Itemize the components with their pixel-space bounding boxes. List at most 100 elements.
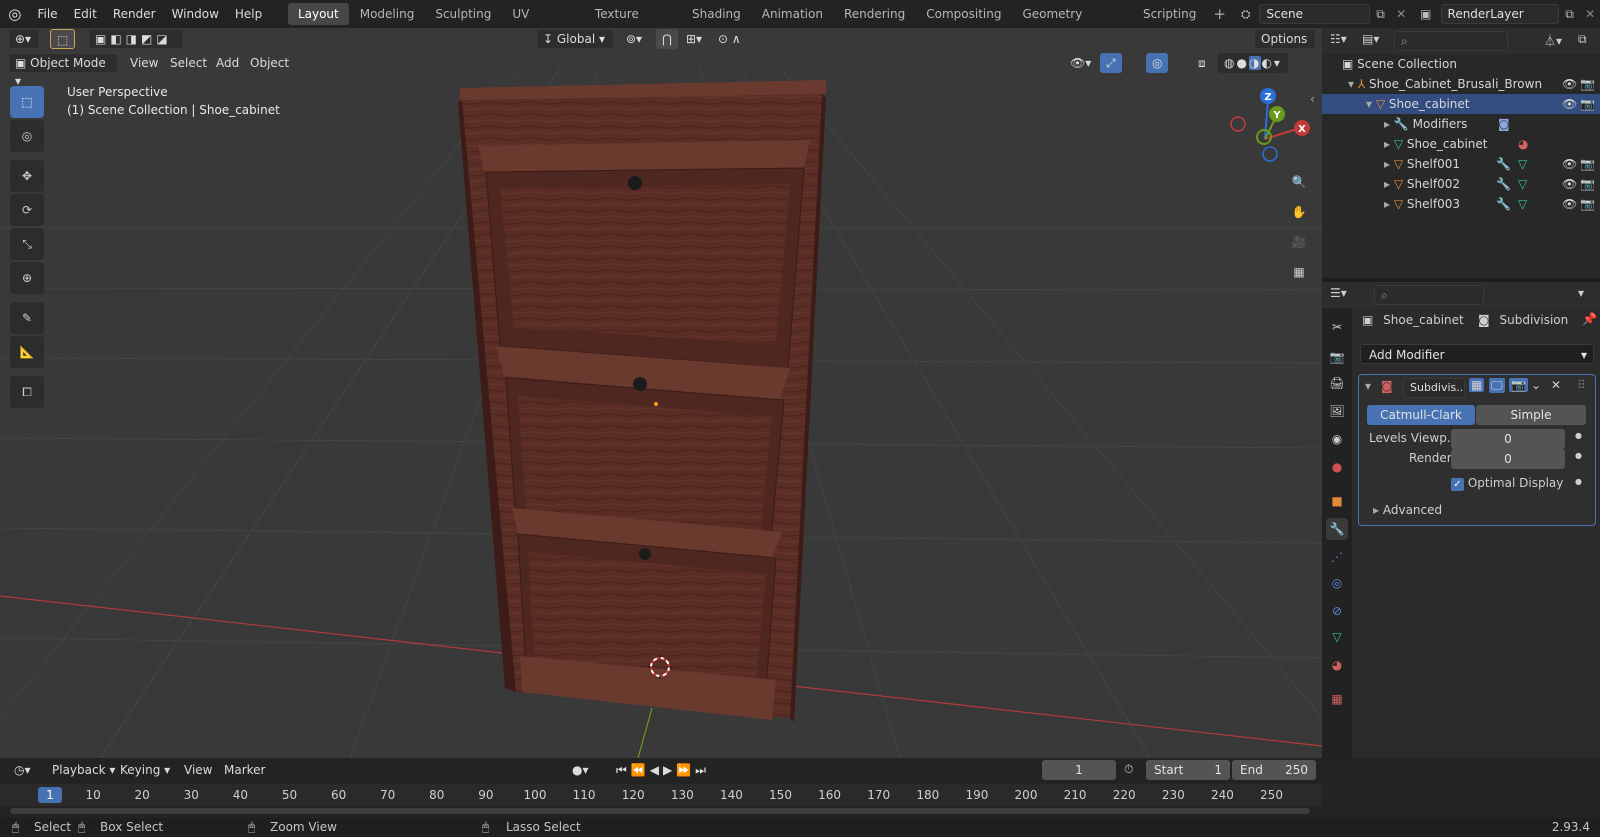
outliner-row-scene-collection[interactable]: ▣ Scene Collection — [1322, 54, 1600, 74]
expand-arrow-icon[interactable]: ▸ — [1384, 197, 1390, 211]
outliner-row-mesh-data[interactable]: ▸ ▽ Shoe_cabinet ◕ — [1322, 134, 1600, 154]
particles-tab-icon[interactable]: ⋰ — [1326, 546, 1348, 568]
playback-controls[interactable]: ⏮⏪◀▶⏩⏭ — [610, 760, 716, 780]
outliner-row-shoe-cabinet[interactable]: ▾ ▽ Shoe_cabinet 👁 📷 — [1322, 94, 1600, 114]
zoom-icon[interactable]: 🔍 — [1285, 168, 1313, 196]
keyframe-dot-icon[interactable]: ● — [1575, 431, 1582, 440]
remove-modifier-icon[interactable]: ✕ — [1551, 378, 1561, 392]
object-tab-icon[interactable]: ■ — [1326, 490, 1348, 512]
expand-arrow-icon[interactable]: ▸ — [1384, 117, 1390, 131]
view-layer-tab-icon[interactable]: 🖼 — [1326, 400, 1348, 422]
render-toggle-icon[interactable]: 📷 — [1509, 378, 1528, 392]
new-scene-icon[interactable]: ⧉ — [1370, 7, 1392, 22]
preview-range-icon[interactable]: ⏱ — [1124, 762, 1133, 777]
tool-tab-icon[interactable]: ✂ — [1326, 316, 1348, 338]
tab-layout[interactable]: Layout — [287, 3, 349, 25]
menu-help[interactable]: Help — [227, 0, 270, 28]
current-frame-field[interactable]: 1 — [1042, 760, 1116, 780]
optimal-display-checkbox[interactable]: ✓ Optimal Display — [1451, 475, 1563, 491]
menu-select[interactable]: Select — [164, 53, 213, 73]
camera-render-icon[interactable]: 📷 — [1580, 194, 1595, 214]
options-dropdown[interactable]: Options ▾ — [1254, 29, 1316, 64]
display-mode-icon[interactable]: ▤▾ — [1362, 32, 1379, 46]
filter-icon[interactable]: ⏃▾ — [1544, 32, 1562, 49]
start-frame-field[interactable]: Start 1 — [1146, 760, 1230, 780]
pin-icon[interactable]: 📌 — [1582, 312, 1597, 326]
menu-file[interactable]: File — [29, 0, 65, 28]
output-tab-icon[interactable]: 🖨 — [1326, 372, 1348, 394]
menu-render[interactable]: Render — [105, 0, 164, 28]
mesh-data-icon[interactable]: ▽ — [1518, 154, 1527, 174]
viewport-toggle-icon[interactable]: 🖵 — [1489, 378, 1505, 393]
delete-scene-icon[interactable]: ✕ — [1391, 7, 1411, 21]
pan-hand-icon[interactable]: ✋ — [1285, 198, 1313, 226]
snap-target-icon[interactable]: ⊞▾ — [680, 29, 708, 49]
physics-tab-icon[interactable]: ◎ — [1326, 572, 1348, 594]
modifier-menu-icon[interactable]: ⌄ — [1531, 378, 1541, 392]
drag-handle-icon[interactable]: ⠿ — [1577, 378, 1586, 392]
outliner-row-armature[interactable]: ▾ ⅄ Shoe_Cabinet_Brusali_Brown 👁 📷 — [1322, 74, 1600, 94]
render-tab-icon[interactable]: 📷 — [1326, 346, 1348, 368]
timeline-editor-icon[interactable]: ◷▾ — [8, 760, 37, 780]
menu-view[interactable]: View — [124, 53, 164, 73]
delete-view-layer-icon[interactable]: ✕ — [1580, 7, 1600, 21]
tool-measure[interactable]: 📐 — [10, 336, 44, 368]
overlay-toggle-icon[interactable]: ◎ — [1146, 53, 1169, 73]
select-mode-icon[interactable]: ⬚ — [50, 29, 76, 49]
keyframe-dot-icon[interactable]: ● — [1575, 451, 1582, 460]
tool-annotate[interactable]: ✎ — [10, 302, 44, 334]
selection-mode-buttons[interactable]: ▣◧◨◩◪ — [88, 29, 184, 49]
collapse-arrow-icon[interactable]: ▾ — [1365, 379, 1371, 393]
outliner-editor-icon[interactable]: ☷▾ — [1330, 32, 1347, 46]
tool-transform[interactable]: ⊕ — [10, 262, 44, 294]
tab-shading[interactable]: Shading — [682, 3, 751, 25]
tool-scale[interactable]: ⤡ — [10, 228, 44, 260]
expand-arrow-icon[interactable]: ▸ — [1384, 137, 1390, 151]
camera-render-icon[interactable]: 📷 — [1580, 174, 1595, 194]
expand-arrow-icon[interactable]: ▾ — [1348, 77, 1354, 91]
mesh-data-icon[interactable]: ▽ — [1518, 194, 1527, 214]
camera-render-icon[interactable]: 📷 — [1580, 74, 1595, 94]
eye-icon[interactable]: 👁 — [1562, 174, 1577, 194]
properties-options-icon[interactable]: ▾ — [1578, 286, 1584, 300]
3d-viewport[interactable]: Z Y X ⊕▾ ⬚ ▣◧◨◩◪ ↧ Global ▾ ⊚▾ ⋂ ⊞▾ ⊙ ∧ … — [0, 28, 1322, 758]
subdivision-modifier-icon[interactable]: ◙ — [1498, 114, 1510, 134]
tab-rendering[interactable]: Rendering — [834, 3, 915, 25]
tool-move[interactable]: ✥ — [10, 160, 44, 192]
menu-edit[interactable]: Edit — [66, 0, 105, 28]
properties-search-input[interactable]: ⌕ — [1374, 285, 1484, 305]
tool-cursor[interactable]: ◎ — [10, 120, 44, 152]
camera-render-icon[interactable]: 📷 — [1580, 154, 1595, 174]
navigation-gizmo[interactable]: Z Y X — [1230, 88, 1310, 162]
scene-icon[interactable]: ⛭ — [1232, 7, 1260, 22]
tool-add-cube[interactable]: ⧠ — [10, 376, 44, 408]
menu-keying[interactable]: Keying ▾ — [114, 760, 176, 780]
wrench-icon[interactable]: 🔧 — [1496, 174, 1511, 194]
menu-timeline-view[interactable]: View — [178, 760, 218, 780]
scene-tab-icon[interactable]: ◉ — [1326, 428, 1348, 450]
shoe-cabinet-model[interactable] — [458, 80, 826, 722]
menu-object[interactable]: Object — [244, 53, 295, 73]
snap-icon[interactable]: ⋂ — [656, 29, 678, 49]
menu-add[interactable]: Add — [210, 53, 245, 73]
world-tab-icon[interactable]: ● — [1326, 456, 1348, 478]
tab-uv-editing[interactable]: UV Editing — [502, 3, 584, 43]
shading-modes-icon[interactable]: ◍●◑◐▾ — [1218, 53, 1288, 73]
visibility-icon[interactable]: 👁▾ — [1064, 53, 1097, 73]
keyframe-dot-icon[interactable]: ● — [1575, 477, 1582, 486]
eye-icon[interactable]: 👁 — [1562, 154, 1577, 174]
camera-render-icon[interactable]: 📷 — [1580, 94, 1595, 114]
outliner-row-modifiers[interactable]: ▸ 🔧 Modifiers ◙ — [1322, 114, 1600, 134]
catmull-clark-button[interactable]: Catmull-Clark — [1367, 405, 1475, 425]
add-workspace-icon[interactable]: + — [1207, 5, 1232, 23]
properties-editor-icon[interactable]: ☰▾ — [1330, 286, 1347, 300]
levels-viewport-field[interactable]: 0 — [1451, 429, 1565, 449]
menu-marker[interactable]: Marker — [218, 760, 271, 780]
eye-icon[interactable]: 👁 — [1562, 74, 1577, 94]
eye-icon[interactable]: 👁 — [1562, 194, 1577, 214]
tab-geometry-nodes[interactable]: Geometry Nodes — [1012, 3, 1132, 43]
xray-icon[interactable]: ⧈ — [1192, 53, 1212, 73]
editor-type-button[interactable]: ⊕▾ — [8, 29, 40, 49]
tab-scripting[interactable]: Scripting — [1133, 3, 1206, 25]
texture-tab-icon[interactable]: ▦ — [1326, 688, 1348, 710]
